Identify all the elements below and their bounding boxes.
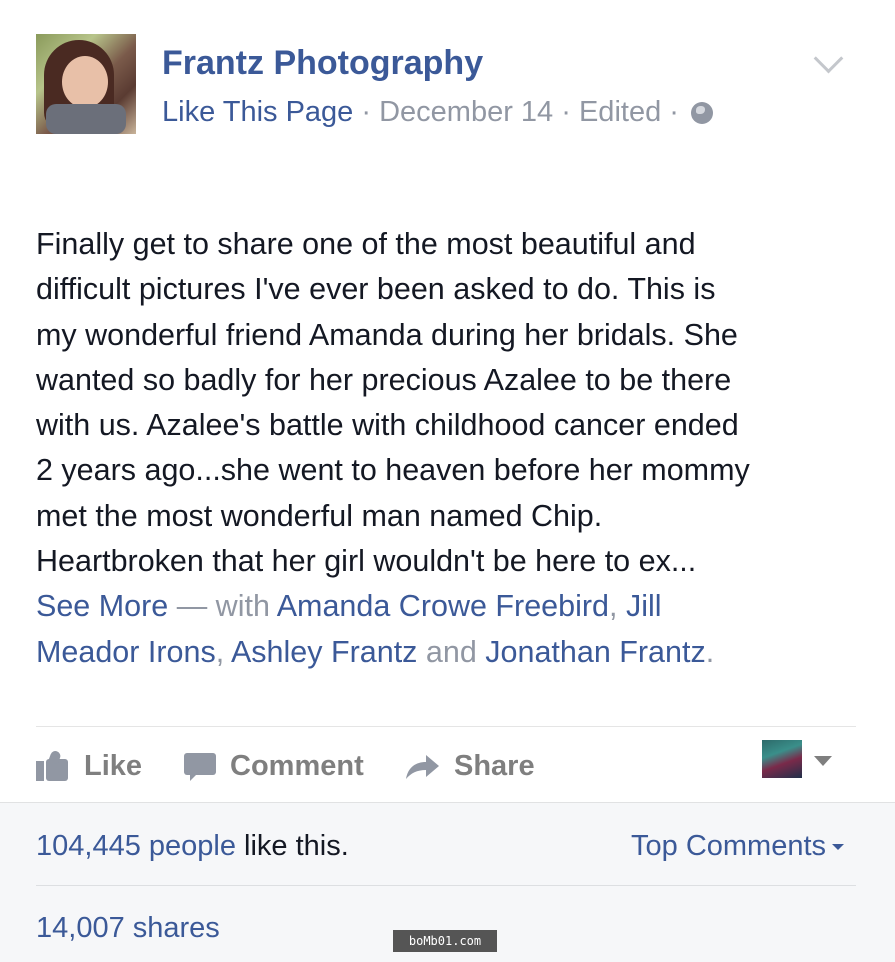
tag-and: and [417,634,486,669]
like-icon [36,749,70,781]
avatar-scarf [46,104,126,134]
tag-link-jill-cont[interactable]: Meador Irons [36,635,216,669]
tag-link-amanda[interactable]: Amanda Crowe Freebird [277,589,609,623]
likes-summary: 104,445 people like this. [36,830,349,863]
share-button[interactable]: Share [404,744,535,788]
comment-label: Comment [230,749,364,782]
top-comments-label: Top Comments [631,830,827,862]
caret-down-icon [832,844,845,850]
chevron-down-icon[interactable] [813,43,844,74]
share-icon [404,751,440,781]
shares-count-link[interactable]: 14,007 shares [36,912,220,945]
divider [36,885,856,886]
likes-count-link[interactable]: 104,445 people [36,830,236,862]
post-text-line: Heartbroken that her girl wouldn't be he… [36,544,697,579]
tag-comma: , [608,589,626,624]
caret-down-icon[interactable] [814,756,832,766]
meta-separator: · [553,96,579,128]
page-name-link[interactable]: Frantz Photography [162,44,483,83]
post-date-link[interactable]: December 14 [379,96,553,128]
globe-icon[interactable] [690,102,713,124]
top-comments-dropdown[interactable]: Top Comments [631,830,845,863]
edited-link[interactable]: Edited [579,96,661,128]
post-text-line: with us. Azalee's battle with childhood … [36,408,739,443]
meta-separator: · [353,96,380,128]
see-more-link[interactable]: See More [36,589,168,623]
action-bar: Like Comment Share [36,744,856,788]
watermark: boMb01.com [393,930,497,952]
post-text-line: Finally get to share one of the most bea… [36,227,696,261]
likes-suffix: like this. [235,830,349,862]
divider [36,726,856,727]
post-meta: Like This Page · December 14 · Edited · [162,96,713,129]
comment-icon [184,751,216,781]
comment-button[interactable]: Comment [184,744,364,788]
tags-line-1: See More — with Amanda Crowe Freebird, J… [36,584,866,629]
meta-separator: · [661,96,687,128]
like-button[interactable]: Like [36,744,142,788]
like-label: Like [84,749,143,782]
post-text-line: met the most wonderful man named Chip. [36,498,603,533]
tag-comma: , [215,634,231,669]
tag-period: . [705,634,715,669]
share-label: Share [454,749,535,782]
tag-link-jill[interactable]: Jill [626,589,662,623]
viewer-avatar[interactable] [762,740,802,778]
post-text-line: difficult pictures I've ever been asked … [36,272,716,307]
post-card: Frantz Photography Like This Page · Dece… [0,0,895,802]
tag-link-ashley[interactable]: Ashley Frantz [231,635,417,669]
avatar-face [62,56,108,108]
page-avatar[interactable] [36,34,136,134]
tags-line-2: Meador Irons, Ashley Frantz and Jonathan… [36,630,866,675]
tag-link-jonathan[interactable]: Jonathan Frantz [485,635,705,669]
post-text: Finally get to share one of the most bea… [36,222,866,675]
post-text-line: wanted so badly for her precious Azalee … [36,362,732,397]
post-text-line: my wonderful friend Amanda during her br… [36,317,738,352]
post-text-line: 2 years ago...she went to heaven before … [36,453,750,488]
like-page-link[interactable]: Like This Page [162,96,353,128]
with-text: — with [168,589,277,624]
